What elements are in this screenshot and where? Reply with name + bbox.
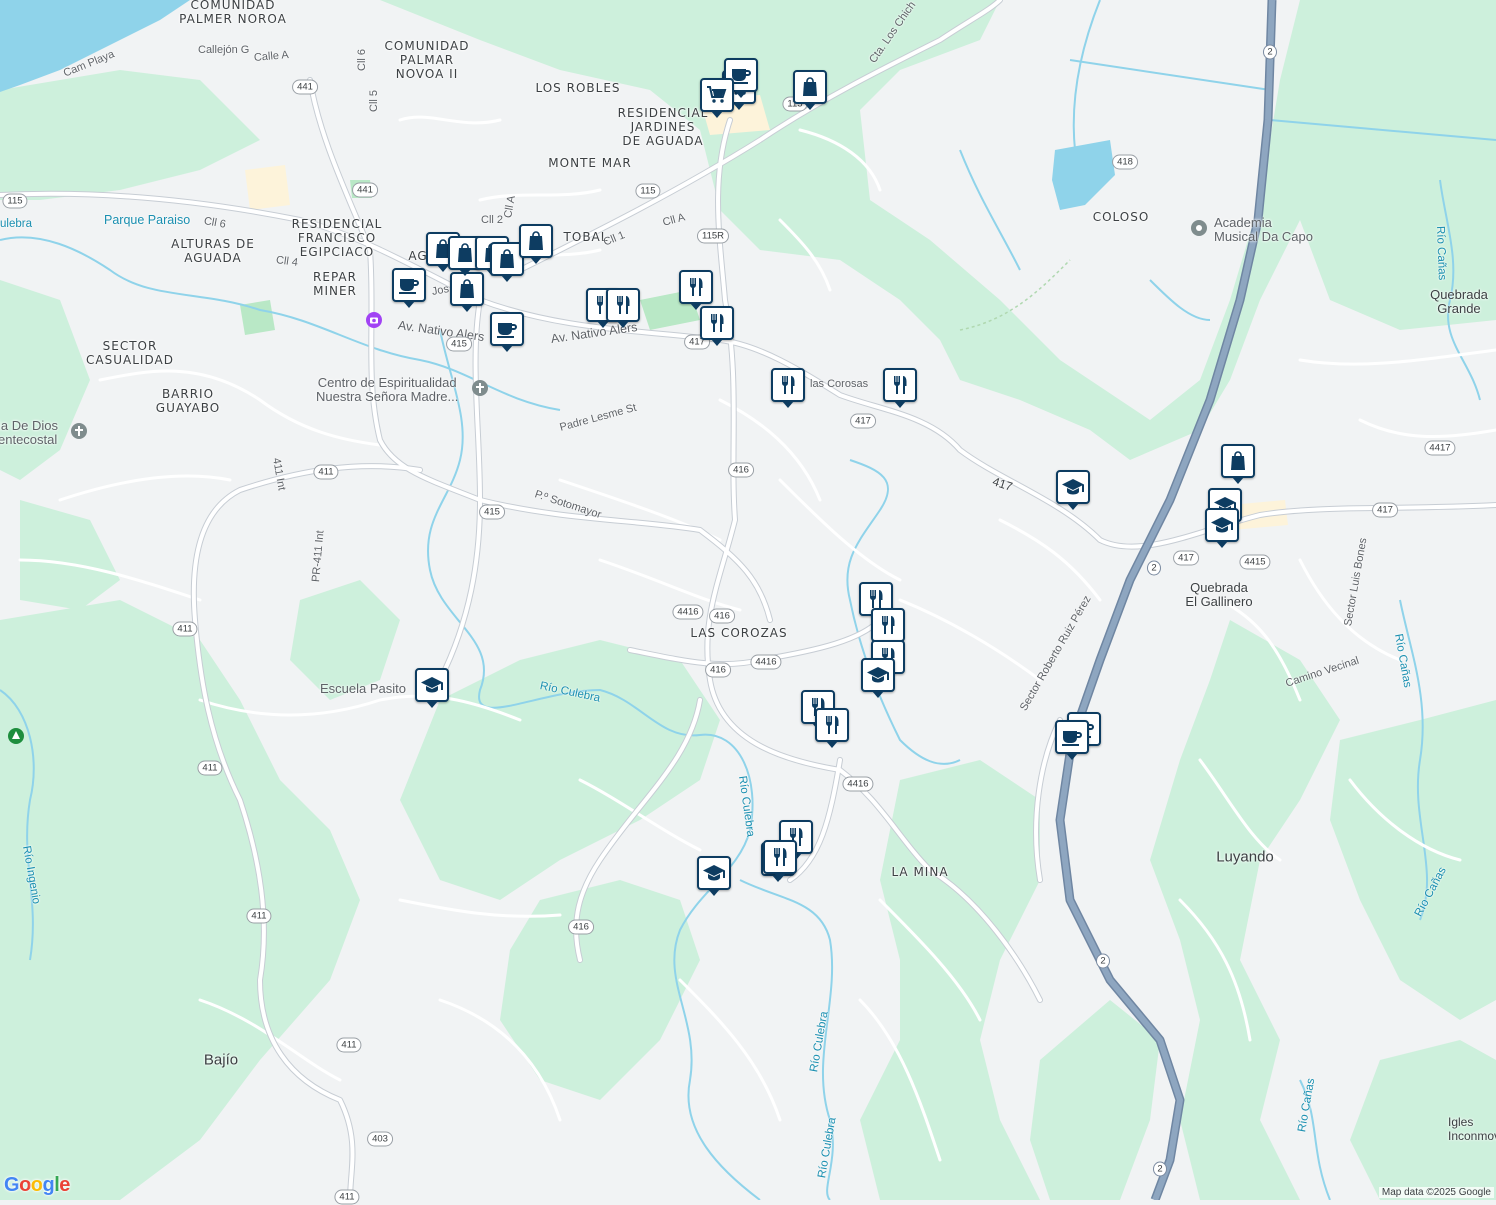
forest-areas	[0, 0, 1496, 1200]
water-label-culebra-nw: ulebra	[0, 218, 32, 230]
cart-marker[interactable]	[700, 78, 734, 118]
pin-icon[interactable]	[1190, 219, 1208, 237]
route-shield: 115	[2, 193, 28, 209]
school-marker[interactable]	[1205, 508, 1239, 548]
fork-marker[interactable]	[679, 270, 713, 310]
route-shield: 415	[446, 336, 472, 352]
cross-icon[interactable]	[471, 379, 489, 397]
place-label-sector-casualidad: SECTOR CASUALIDAD	[86, 339, 174, 367]
route-shield: 416	[728, 462, 754, 478]
route-shield: 4417	[1424, 440, 1456, 456]
place-label-palmer-noroa: COMUNIDAD PALMER NOROA	[179, 0, 287, 26]
route-shield: 416	[705, 662, 731, 678]
place-label-alturas: ALTURAS DE AGUADA	[171, 237, 255, 265]
place-label-jardines: RESIDENCIAL JARDINES DE AGUADA	[617, 106, 709, 148]
place-label-las-corozas: LAS COROZAS	[690, 626, 788, 640]
fork-marker[interactable]	[771, 368, 805, 408]
google-logo: Google	[4, 1174, 70, 1196]
school-marker[interactable]	[697, 856, 731, 896]
route-shield: 115R	[696, 228, 730, 244]
poi-label-centro[interactable]: Centro de Espiritualidad Nuestra Señora M…	[316, 376, 458, 404]
route-shield: 416	[568, 919, 594, 935]
water-label-rio-canas-1: Río Cañas	[1434, 225, 1448, 281]
street-label-cll-6-v: Cll 6	[356, 48, 368, 71]
school-marker[interactable]	[861, 658, 895, 698]
town-label-quebrada-gallinero: Quebrada El Gallinero	[1185, 580, 1253, 609]
route-shield: 411	[336, 1037, 362, 1053]
route-shield: 411	[313, 464, 339, 480]
fork-marker[interactable]	[606, 288, 640, 328]
route-shield: 441	[352, 182, 378, 198]
park-icon[interactable]	[7, 727, 25, 745]
bag-marker[interactable]	[450, 272, 484, 312]
poi-label-academia[interactable]: Academia Musical Da Capo	[1214, 216, 1313, 244]
place-label-monte-mar: MONTE MAR	[548, 156, 632, 170]
coffee-marker[interactable]	[1055, 720, 1089, 760]
place-label-la-mina: LA MINA	[891, 865, 949, 879]
street-label-cll-5: Cll 5	[368, 89, 380, 112]
place-label-ag: AG	[408, 249, 428, 263]
route-shield: 417	[1372, 502, 1398, 518]
bag-marker[interactable]	[793, 70, 827, 110]
town-label-igles: Igles Inconmov	[1447, 1115, 1496, 1143]
route-shield: 115	[635, 183, 661, 199]
street-label-cll-2: Cll 2	[481, 214, 504, 226]
route-shield: 417	[850, 413, 876, 429]
route-shield: 411	[334, 1189, 360, 1205]
route-shield: 411	[197, 760, 223, 776]
school-marker[interactable]	[415, 668, 449, 708]
poi-label-iglesia[interactable]: ia De Dios entecostal	[0, 419, 58, 447]
route-shield: 411	[246, 908, 272, 924]
street-label-las-corosas: las Corosas	[810, 378, 869, 390]
route-shield: 4415	[1239, 554, 1271, 570]
town-label-bajio: Bajío	[203, 1051, 239, 1069]
route-shield: 411	[172, 621, 198, 637]
route-shield: 403	[367, 1131, 393, 1147]
route-shield: 441	[292, 79, 318, 95]
route-shield: 2	[1147, 560, 1161, 576]
fork-marker[interactable]	[883, 368, 917, 408]
place-label-coloso: COLOSO	[1092, 210, 1150, 224]
town-label-quebrada-grande: Quebrada Grande	[1430, 287, 1488, 316]
camera-icon[interactable]	[365, 311, 383, 329]
school-marker[interactable]	[1056, 470, 1090, 510]
pond	[1052, 140, 1115, 210]
poi-label-escuela[interactable]: Escuela Pasito	[320, 682, 406, 696]
fork-marker[interactable]	[815, 708, 849, 748]
route-shield: 2	[1153, 1161, 1167, 1177]
place-label-palmar-novoa: COMUNIDAD PALMAR NOVOA II	[384, 39, 470, 81]
street-label-callejon-g: Callejón G	[198, 44, 250, 56]
fork-marker[interactable]	[700, 306, 734, 346]
route-shield: 2	[1096, 953, 1110, 969]
coffee-marker[interactable]	[392, 268, 426, 308]
route-shield: 416	[709, 608, 735, 624]
fork-marker[interactable]	[871, 608, 905, 648]
bag-marker[interactable]	[1221, 444, 1255, 484]
route-shield: 4416	[750, 654, 782, 670]
place-label-repar-miner: REPAR MINER	[313, 270, 357, 298]
route-shield: 4416	[842, 776, 874, 792]
street-label-parque-paraiso: Parque Paraiso	[104, 213, 191, 227]
fork-marker[interactable]	[763, 840, 797, 880]
place-label-los-robles: LOS ROBLES	[535, 81, 621, 95]
route-shield: 418	[1112, 154, 1138, 170]
route-shield: 417	[1173, 550, 1199, 566]
town-label-luyando: Luyando	[1216, 848, 1274, 866]
route-shield: 2	[1263, 44, 1277, 60]
bag-marker[interactable]	[519, 224, 553, 264]
place-label-barrio-guayabo: BARRIO GUAYABO	[155, 387, 221, 415]
place-label-res-francisco: RESIDENCIAL FRANCISCO EGIPCIACO	[291, 217, 383, 259]
coffee-marker[interactable]	[490, 312, 524, 352]
cross-icon[interactable]	[70, 422, 88, 440]
route-shield: 415	[479, 504, 505, 520]
route-shield: 4416	[672, 604, 704, 620]
map-credit[interactable]: Map data ©2025 Google	[1378, 1187, 1494, 1198]
map-canvas[interactable]	[0, 0, 1496, 1200]
